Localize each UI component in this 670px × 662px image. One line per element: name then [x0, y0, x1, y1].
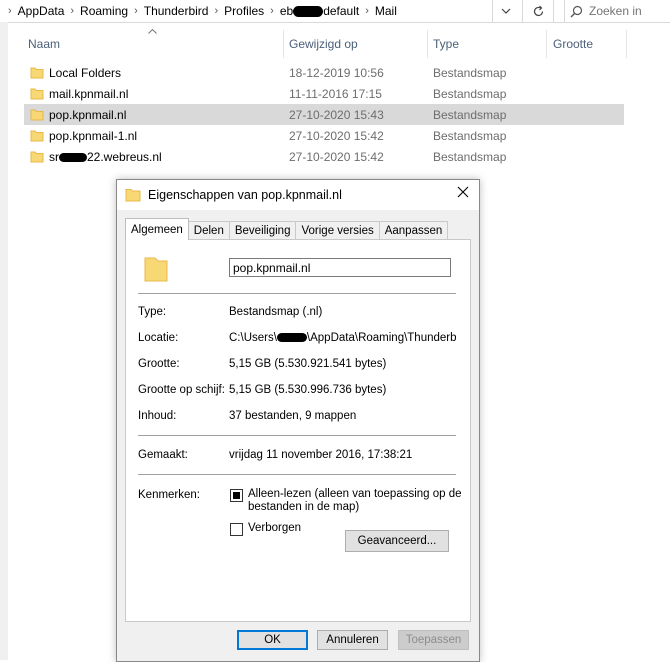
tab-security[interactable]: Beveiliging	[228, 221, 297, 240]
file-type: Bestandsmap	[433, 107, 507, 122]
file-name-prefix: sr	[49, 149, 59, 164]
chevron-right-icon: ›	[8, 5, 12, 17]
column-divider[interactable]	[626, 30, 627, 58]
breadcrumb-roaming[interactable]: Roaming	[74, 4, 134, 18]
file-modified: 27-10-2020 15:43	[289, 107, 384, 122]
file-name: mail.kpnmail.nl	[49, 86, 129, 101]
file-row[interactable]: mail.kpnmail.nl 11-11-2016 17:15 Bestand…	[24, 83, 624, 104]
created-value: vrijdag 11 november 2016, 17:38:21	[229, 449, 413, 461]
tab-customize[interactable]: Aanpassen	[378, 221, 449, 240]
profile-prefix: eb	[279, 4, 294, 18]
file-name: pop.kpnmail.nl	[49, 107, 127, 122]
dialog-titlebar[interactable]: Eigenschappen van pop.kpnmail.nl	[117, 180, 479, 210]
file-name: sr 22.webreus.nl	[49, 150, 162, 164]
file-modified: 18-12-2019 10:56	[289, 65, 384, 80]
address-bar[interactable]: › AppData › Roaming › Thunderbird › Prof…	[0, 0, 670, 23]
file-row[interactable]: Local Folders 18-12-2019 10:56 Bestandsm…	[24, 62, 624, 83]
disk-size-label: Grootte op schijf:	[138, 384, 225, 396]
tab-general[interactable]: Algemeen	[125, 218, 189, 240]
tab-sharing[interactable]: Delen	[187, 221, 230, 240]
dialog-title: Eigenschappen van pop.kpnmail.nl	[148, 188, 342, 202]
created-label: Gemaakt:	[138, 449, 188, 461]
file-type: Bestandsmap	[433, 65, 507, 80]
readonly-label-line2: bestanden in de map)	[248, 501, 360, 513]
file-row[interactable]: pop.kpnmail-1.nl 27-10-2020 15:42 Bestan…	[24, 125, 624, 146]
tab-strip: Algemeen Delen Beveiliging Vorige versie…	[125, 218, 449, 240]
divider	[138, 293, 456, 294]
chevron-down-icon[interactable]	[492, 0, 519, 22]
file-modified: 27-10-2020 15:42	[289, 128, 384, 143]
hidden-label: Verborgen	[248, 522, 302, 534]
column-divider[interactable]	[427, 30, 428, 58]
location-label: Locatie:	[138, 332, 179, 344]
redaction-mark	[59, 152, 87, 162]
redaction-mark	[276, 333, 307, 343]
divider	[138, 474, 456, 475]
type-value: Bestandsmap (.nl)	[229, 306, 323, 318]
file-type: Bestandsmap	[433, 149, 507, 164]
apply-button[interactable]: Toepassen	[398, 630, 469, 650]
search-box[interactable]	[564, 0, 670, 22]
column-divider[interactable]	[546, 30, 547, 58]
breadcrumb-profile[interactable]: eb default	[274, 4, 365, 18]
file-modified: 11-11-2016 17:15	[289, 86, 382, 101]
file-type: Bestandsmap	[433, 86, 507, 101]
search-icon	[565, 5, 587, 18]
folder-icon	[30, 88, 44, 99]
advanced-button[interactable]: Geavanceerd...	[345, 530, 449, 552]
folder-name-field[interactable]	[229, 258, 451, 277]
refresh-button[interactable]	[522, 0, 554, 22]
folder-icon	[30, 151, 44, 162]
contents-value: 37 bestanden, 9 mappen	[229, 410, 357, 422]
general-tab-panel: Type: Bestandsmap (.nl) Locatie: C:\User…	[125, 239, 471, 622]
refresh-icon	[533, 5, 543, 16]
type-label: Type:	[138, 306, 167, 318]
redaction-mark	[293, 6, 324, 18]
properties-dialog: Eigenschappen van pop.kpnmail.nl Algemee…	[116, 179, 480, 662]
column-divider[interactable]	[283, 30, 284, 58]
readonly-label-line1: Alleen-lezen (alleen van toepassing op d…	[248, 488, 462, 500]
file-name: Local Folders	[49, 65, 122, 80]
folder-icon	[144, 257, 168, 282]
close-icon[interactable]	[457, 185, 469, 203]
tab-previous-versions[interactable]: Vorige versies	[295, 221, 380, 240]
breadcrumb-appdata[interactable]: AppData	[12, 4, 71, 18]
contents-label: Inhoud:	[138, 410, 177, 422]
folder-icon	[125, 189, 141, 202]
readonly-label: Alleen-lezen (alleen van toepassing op d…	[248, 488, 462, 514]
file-row[interactable]: sr 22.webreus.nl 27-10-2020 15:42 Bestand…	[24, 146, 624, 167]
navigation-pane-scrollbar[interactable]	[0, 22, 8, 660]
location-prefix: C:\Users\	[229, 332, 277, 344]
search-input[interactable]	[587, 3, 670, 19]
attributes-label: Kenmerken:	[138, 489, 201, 501]
ok-button[interactable]: OK	[237, 630, 308, 650]
breadcrumb-profiles[interactable]: Profiles	[218, 4, 270, 18]
location-suffix: \AppData\Roaming\Thunderbird	[306, 332, 457, 344]
sort-ascending-icon	[148, 26, 157, 37]
breadcrumb: › AppData › Roaming › Thunderbird › Prof…	[0, 0, 520, 22]
column-header-type[interactable]: Type	[433, 30, 459, 58]
breadcrumb-mail[interactable]: Mail	[369, 4, 403, 18]
cancel-button[interactable]: Annuleren	[317, 630, 388, 650]
divider	[138, 435, 456, 436]
file-row-selected[interactable]: pop.kpnmail.nl 27-10-2020 15:43 Bestands…	[24, 104, 624, 125]
breadcrumb-thunderbird[interactable]: Thunderbird	[138, 4, 215, 18]
file-modified: 27-10-2020 15:42	[289, 149, 384, 164]
file-name: pop.kpnmail-1.nl	[49, 128, 138, 143]
location-value: C:\Users\ \AppData\Roaming\Thunderbird	[229, 332, 457, 344]
file-type: Bestandsmap	[433, 128, 507, 143]
size-value: 5,15 GB (5.530.921.541 bytes)	[229, 358, 387, 370]
file-name-suffix: 22.webreus.nl	[87, 149, 162, 164]
column-header-name[interactable]: Naam	[28, 30, 60, 58]
column-header-size[interactable]: Grootte	[553, 30, 593, 58]
hidden-checkbox[interactable]	[230, 523, 243, 536]
column-header-modified[interactable]: Gewijzigd op	[289, 30, 358, 58]
folder-icon	[30, 130, 44, 141]
folder-icon	[30, 67, 44, 78]
disk-size-value: 5,15 GB (5.530.996.736 bytes)	[229, 384, 387, 396]
readonly-checkbox[interactable]	[230, 489, 243, 502]
size-label: Grootte:	[138, 358, 180, 370]
profile-suffix: default	[323, 4, 360, 18]
folder-icon	[30, 109, 44, 120]
